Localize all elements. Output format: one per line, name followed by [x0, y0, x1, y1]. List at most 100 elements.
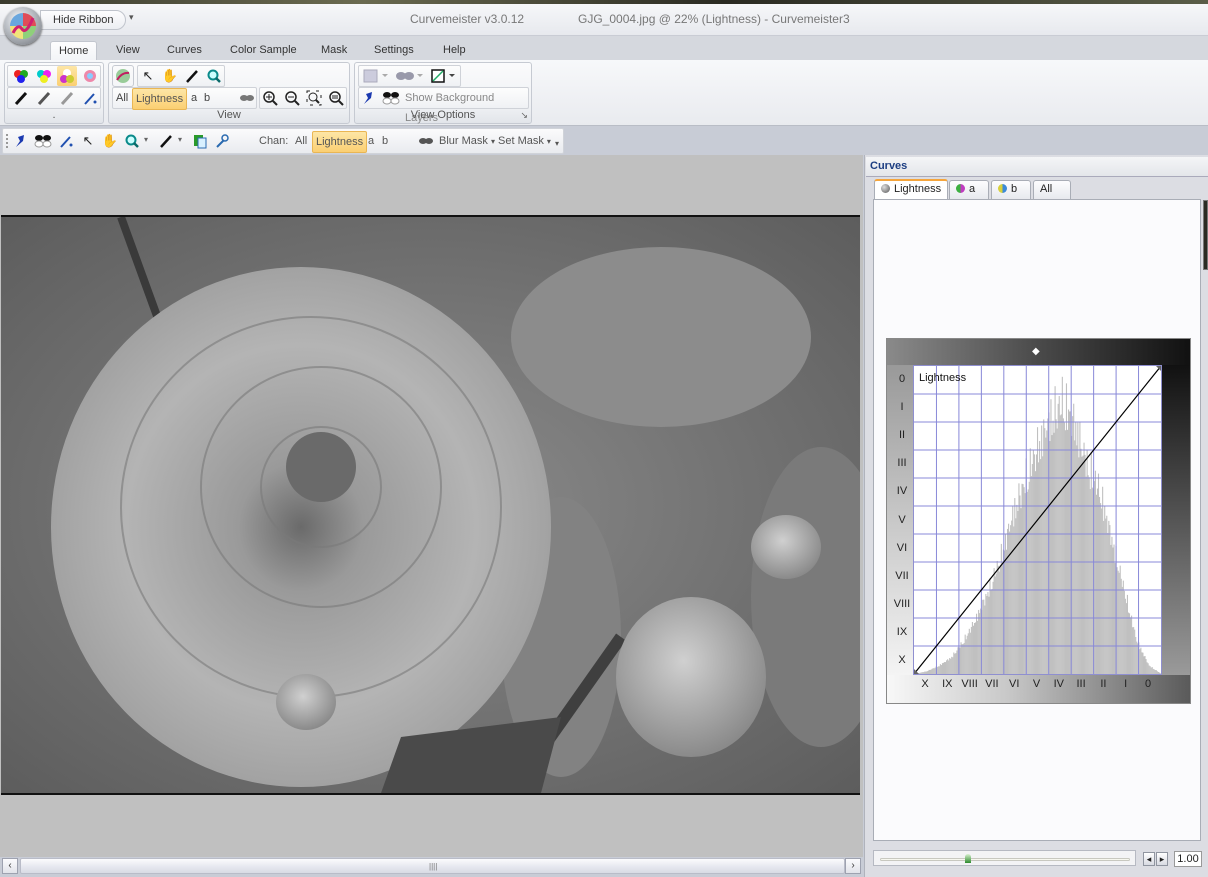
horizontal-scrollbar[interactable]: ‹ |||| › — [0, 857, 863, 875]
slider-thumb[interactable] — [965, 854, 971, 863]
dialog-launcher-icon[interactable]: ↘ — [520, 110, 528, 121]
lab-circles-icon[interactable] — [57, 66, 77, 86]
histogram-bar — [1109, 525, 1111, 674]
curves-tab-all[interactable]: All — [1033, 180, 1071, 199]
gray-eyedropper-icon[interactable] — [34, 88, 54, 108]
pointer-icon[interactable]: ↖ — [78, 131, 98, 151]
mask-icon[interactable] — [393, 66, 425, 86]
toolbar-grip[interactable] — [6, 134, 8, 148]
curve-endpoint[interactable] — [914, 669, 919, 674]
photo-image[interactable] — [1, 215, 860, 795]
curves-tab-a[interactable]: a — [949, 180, 989, 199]
histogram-bar — [1114, 563, 1116, 674]
histogram-bar — [972, 625, 975, 674]
histogram-bar — [1079, 422, 1081, 674]
channel-b[interactable]: b — [204, 88, 210, 108]
application-menu-button[interactable] — [4, 7, 42, 45]
curve-slider[interactable] — [873, 850, 1136, 866]
histogram-bar — [947, 659, 949, 674]
copy-icon[interactable] — [190, 131, 210, 151]
slider-value[interactable]: 1.00 — [1174, 851, 1202, 867]
hand-icon[interactable]: ✋ — [160, 66, 180, 86]
tab-view[interactable]: View — [108, 41, 148, 61]
tab-curves[interactable]: Curves — [159, 41, 210, 61]
channel-all[interactable]: All — [116, 88, 128, 108]
x-tick-label: II — [1100, 678, 1107, 690]
scroll-right-button[interactable]: › — [845, 858, 861, 874]
histogram-bar — [1119, 565, 1121, 674]
channel-a[interactable]: a — [191, 88, 197, 108]
quick-access-dropdown-icon[interactable]: ▾ — [129, 12, 134, 23]
histogram-bar — [1028, 481, 1030, 674]
zoom-in-icon[interactable] — [260, 88, 280, 108]
histogram-bar — [955, 653, 957, 674]
zoom-dropdown-icon[interactable]: ▾ — [144, 135, 148, 144]
curves-tab-b[interactable]: b — [991, 180, 1031, 199]
scroll-left-button[interactable]: ‹ — [2, 858, 18, 874]
magnifier-icon[interactable] — [122, 131, 142, 151]
chan-b[interactable]: b — [382, 131, 388, 151]
mask-glasses-icon[interactable] — [33, 131, 53, 151]
eyedropper-icon[interactable] — [182, 66, 202, 86]
tab-mask[interactable]: Mask — [313, 41, 355, 61]
hand-icon[interactable]: ✋ — [100, 131, 120, 151]
eyedropper-icon[interactable] — [156, 131, 176, 151]
slider-increment-button[interactable]: ▸ — [1156, 852, 1168, 866]
panel-vertical-scrollbar[interactable] — [1203, 200, 1208, 270]
slider-decrement-button[interactable]: ◂ — [1143, 852, 1155, 866]
blur-mask-dropdown[interactable]: Blur Mask ▾ — [439, 131, 495, 152]
pointer-icon[interactable]: ↖ — [138, 66, 158, 86]
pin-icon[interactable] — [359, 88, 379, 108]
chan-a[interactable]: a — [368, 131, 374, 151]
gradient-arrow-icon[interactable]: ◆ — [1032, 346, 1040, 357]
set-mask-label: Set Mask — [498, 135, 544, 147]
histogram-bar — [1067, 409, 1070, 674]
toolbar-overflow-icon[interactable]: ▾ — [555, 139, 559, 148]
eyedropper-dropdown-icon[interactable]: ▾ — [178, 135, 182, 144]
tab-label: Lightness — [894, 183, 942, 195]
background-icon[interactable] — [361, 66, 391, 86]
color-wheel-icon[interactable] — [80, 66, 100, 86]
histogram-bar — [1046, 430, 1048, 674]
channel-lightness[interactable]: Lightness — [132, 88, 188, 110]
pin-icon[interactable] — [11, 131, 31, 151]
cmy-circles-icon[interactable] — [34, 66, 54, 86]
curves-tab-lightness[interactable]: Lightness — [874, 179, 948, 199]
scrollbar-thumb[interactable]: |||| — [20, 858, 845, 874]
magic-wand-icon[interactable] — [56, 131, 76, 151]
zoom-fit-icon[interactable] — [304, 88, 324, 108]
curve-display-icon[interactable] — [429, 66, 459, 86]
chan-all[interactable]: All — [295, 131, 307, 151]
magnifier-icon[interactable] — [204, 66, 224, 86]
curve-endpoint[interactable] — [1156, 366, 1161, 371]
black-eyedropper-icon[interactable] — [11, 88, 31, 108]
tab-home[interactable]: Home — [50, 41, 98, 61]
mask-glasses-icon[interactable] — [381, 88, 401, 108]
tab-help[interactable]: Help — [435, 41, 474, 61]
histogram-bar — [948, 660, 950, 674]
wrench-icon[interactable] — [212, 131, 232, 151]
rgb-circles-icon[interactable] — [11, 66, 31, 86]
x-tick-label: V — [1032, 678, 1041, 690]
zoom-buttons — [259, 87, 347, 109]
set-mask-dropdown[interactable]: Set Mask ▾ — [498, 131, 551, 152]
y-tick-label: III — [897, 457, 907, 470]
histogram-bar — [926, 671, 928, 674]
hide-ribbon-button[interactable]: Hide Ribbon — [40, 10, 126, 30]
curve-graph[interactable]: Lightness — [913, 365, 1162, 675]
tab-settings[interactable]: Settings — [366, 41, 422, 61]
blur-mask-icon — [416, 131, 436, 151]
chan-lightness[interactable]: Lightness — [312, 131, 368, 153]
zoom-actual-icon[interactable] — [326, 88, 346, 108]
histogram-bar — [1045, 437, 1047, 674]
histogram-bar — [964, 634, 966, 674]
curve-app-icon[interactable] — [112, 65, 134, 87]
histogram-bar — [1011, 520, 1013, 674]
curve-chart-svg[interactable] — [913, 365, 1162, 675]
tab-label: b — [1011, 183, 1018, 195]
tab-color-sample[interactable]: Color Sample — [222, 41, 305, 61]
white-eyedropper-icon[interactable] — [57, 88, 77, 108]
blur-mask-icon[interactable] — [237, 88, 257, 108]
magic-wand-icon[interactable] — [80, 88, 100, 108]
zoom-out-icon[interactable] — [282, 88, 302, 108]
